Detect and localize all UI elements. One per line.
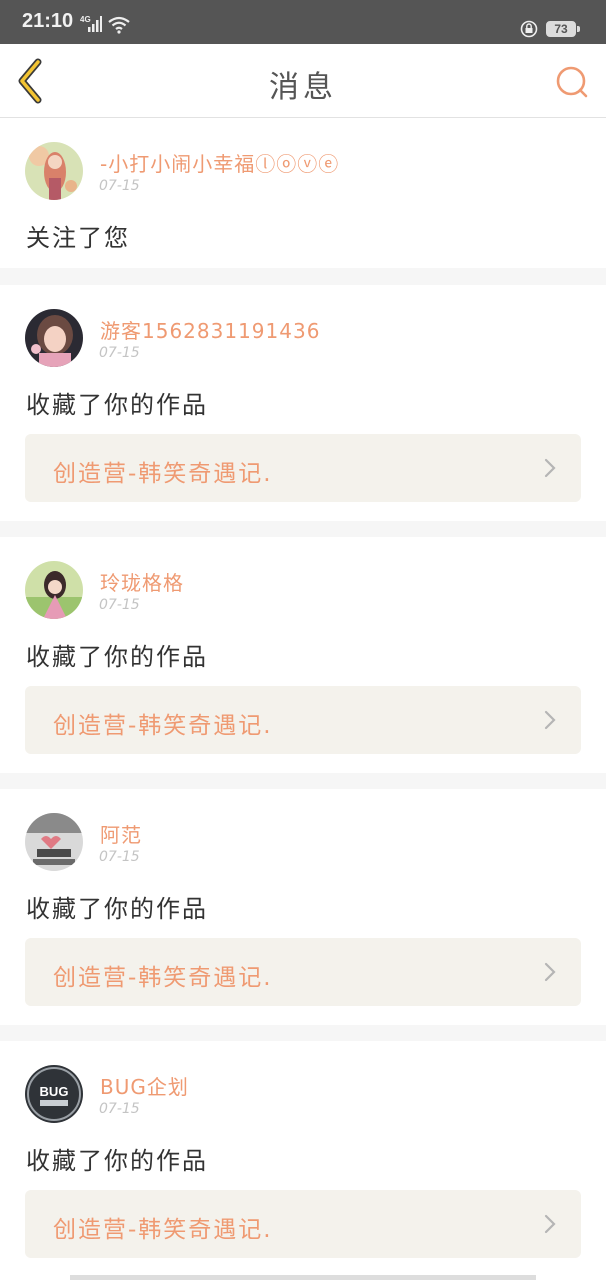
work-link[interactable]: 创造营-韩笑奇遇记. — [25, 434, 581, 502]
work-title: 创造营-韩笑奇遇记. — [53, 461, 273, 487]
username[interactable]: 阿范 — [100, 819, 142, 848]
wifi-icon — [108, 16, 130, 38]
message-date: 07-15 — [99, 1101, 140, 1117]
work-title: 创造营-韩笑奇遇记. — [53, 1217, 273, 1243]
search-icon[interactable] — [554, 64, 590, 100]
message-card[interactable]: -小打小闹小幸福ⓛⓞⓥⓔ 07-15 关注了您 — [0, 118, 606, 268]
username[interactable]: BUG企划 — [100, 1071, 189, 1100]
chevron-right-icon — [543, 962, 557, 982]
chevron-right-icon — [543, 710, 557, 730]
message-card[interactable]: 阿范 07-15 收藏了你的作品 创造营-韩笑奇遇记. — [0, 789, 606, 1025]
message-date: 07-15 — [99, 178, 140, 194]
work-title: 创造营-韩笑奇遇记. — [53, 713, 273, 739]
lock-rotation-icon — [520, 20, 538, 42]
avatar[interactable]: BUG — [25, 1065, 83, 1123]
work-title: 创造营-韩笑奇遇记. — [53, 965, 273, 991]
avatar-brand-text: BUG — [40, 1084, 69, 1099]
status-time: 21:10 — [22, 10, 74, 32]
message-card[interactable]: BUG BUG企划 07-15 收藏了你的作品 创造营-韩笑奇遇记. — [0, 1041, 606, 1280]
scroll-hint-bar — [70, 1275, 536, 1280]
header-bar: 消息 — [0, 44, 606, 118]
action-text: 收藏了你的作品 — [26, 895, 208, 923]
action-text: 收藏了你的作品 — [26, 391, 208, 419]
avatar[interactable] — [25, 813, 83, 871]
username[interactable]: 游客1562831191436 — [100, 315, 320, 344]
status-bar: 21:10 4G 73 — [0, 0, 606, 44]
chevron-right-icon — [543, 1214, 557, 1234]
action-text: 关注了您 — [26, 224, 130, 252]
work-link[interactable]: 创造营-韩笑奇遇记. — [25, 938, 581, 1006]
message-date: 07-15 — [99, 849, 140, 865]
signal-icon: 4G — [80, 14, 102, 38]
avatar[interactable] — [25, 561, 83, 619]
action-text: 收藏了你的作品 — [26, 643, 208, 671]
avatar[interactable] — [25, 309, 83, 367]
network-type-label: 4G — [80, 15, 91, 24]
action-text: 收藏了你的作品 — [26, 1147, 208, 1175]
message-date: 07-15 — [99, 597, 140, 613]
message-card[interactable]: 玲珑格格 07-15 收藏了你的作品 创造营-韩笑奇遇记. — [0, 537, 606, 773]
message-card[interactable]: 游客1562831191436 07-15 收藏了你的作品 创造营-韩笑奇遇记. — [0, 285, 606, 521]
page-title: 消息 — [269, 70, 337, 105]
work-link[interactable]: 创造营-韩笑奇遇记. — [25, 686, 581, 754]
username[interactable]: -小打小闹小幸福ⓛⓞⓥⓔ — [100, 148, 339, 177]
work-link[interactable]: 创造营-韩笑奇遇记. — [25, 1190, 581, 1258]
chevron-right-icon — [543, 458, 557, 478]
avatar[interactable] — [25, 142, 83, 200]
username[interactable]: 玲珑格格 — [100, 567, 184, 596]
battery-icon: 73 — [546, 21, 580, 37]
message-date: 07-15 — [99, 345, 140, 361]
